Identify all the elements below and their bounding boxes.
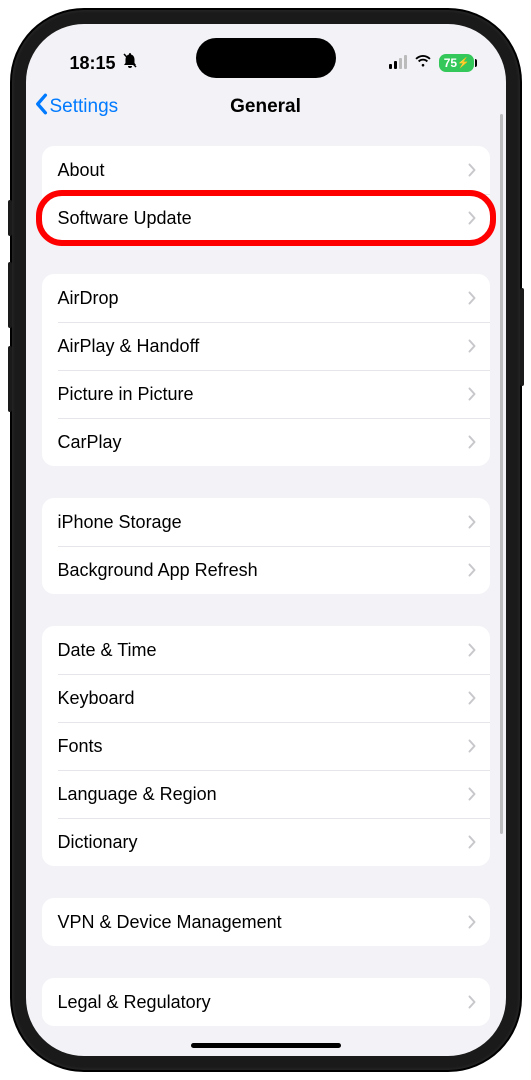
row-vpn-device[interactable]: VPN & Device Management (42, 898, 490, 946)
power-button (520, 288, 524, 386)
row-label: VPN & Device Management (58, 912, 282, 933)
settings-group: About Software Update (42, 146, 490, 242)
row-fonts[interactable]: Fonts (42, 722, 490, 770)
row-carplay[interactable]: CarPlay (42, 418, 490, 466)
row-label: Date & Time (58, 640, 157, 661)
chevron-right-icon (468, 835, 476, 849)
row-background-refresh[interactable]: Background App Refresh (42, 546, 490, 594)
volume-down (8, 346, 12, 412)
chevron-right-icon (468, 915, 476, 929)
chevron-right-icon (468, 563, 476, 577)
screen: 18:15 75⚡ (26, 24, 506, 1056)
cellular-icon (389, 57, 407, 69)
chevron-right-icon (468, 691, 476, 705)
chevron-right-icon (468, 739, 476, 753)
row-language-region[interactable]: Language & Region (42, 770, 490, 818)
back-label: Settings (50, 96, 119, 118)
content[interactable]: About Software Update AirDrop AirPlay & Han… (26, 132, 506, 1056)
chevron-right-icon (468, 163, 476, 177)
wifi-icon (414, 54, 432, 73)
battery-icon: 75⚡ (439, 54, 474, 72)
chevron-right-icon (468, 643, 476, 657)
row-label: AirDrop (58, 288, 119, 309)
dynamic-island (196, 38, 336, 78)
chevron-left-icon (34, 93, 48, 121)
mute-switch (8, 200, 12, 236)
settings-group: VPN & Device Management (42, 898, 490, 946)
row-label: Keyboard (58, 688, 135, 709)
row-label: Language & Region (58, 784, 217, 805)
row-airplay-handoff[interactable]: AirPlay & Handoff (42, 322, 490, 370)
chevron-right-icon (468, 435, 476, 449)
row-label: AirPlay & Handoff (58, 336, 200, 357)
chevron-right-icon (468, 787, 476, 801)
row-label: Dictionary (58, 832, 138, 853)
status-right: 75⚡ (389, 54, 474, 73)
chevron-right-icon (468, 515, 476, 529)
row-iphone-storage[interactable]: iPhone Storage (42, 498, 490, 546)
page-title: General (230, 96, 301, 118)
row-label: Fonts (58, 736, 103, 757)
chevron-right-icon (468, 995, 476, 1009)
row-label: About (58, 160, 105, 181)
chevron-right-icon (468, 291, 476, 305)
home-indicator[interactable] (191, 1043, 341, 1048)
status-left: 18:15 (70, 52, 138, 74)
nav-bar: Settings General (26, 82, 506, 132)
settings-group: AirDrop AirPlay & Handoff Picture in Pictu… (42, 274, 490, 466)
chevron-right-icon (468, 387, 476, 401)
chevron-right-icon (468, 339, 476, 353)
row-about[interactable]: About (42, 146, 490, 194)
phone-frame: 18:15 75⚡ (12, 10, 520, 1070)
row-label: iPhone Storage (58, 512, 182, 533)
battery-level: 75 (444, 56, 457, 70)
row-label: Background App Refresh (58, 560, 258, 581)
charging-icon: ⚡ (457, 58, 469, 69)
silent-icon (122, 52, 138, 74)
settings-group: iPhone Storage Background App Refresh (42, 498, 490, 594)
row-dictionary[interactable]: Dictionary (42, 818, 490, 866)
chevron-right-icon (468, 211, 476, 225)
volume-up (8, 262, 12, 328)
row-label: CarPlay (58, 432, 122, 453)
back-button[interactable]: Settings (34, 93, 119, 121)
settings-group: Date & Time Keyboard Fonts Language & Regio… (42, 626, 490, 866)
row-airdrop[interactable]: AirDrop (42, 274, 490, 322)
row-keyboard[interactable]: Keyboard (42, 674, 490, 722)
row-pip[interactable]: Picture in Picture (42, 370, 490, 418)
row-label: Legal & Regulatory (58, 992, 211, 1013)
row-label: Software Update (58, 208, 192, 229)
row-software-update[interactable]: Software Update (42, 194, 490, 242)
status-time: 18:15 (70, 53, 116, 74)
row-date-time[interactable]: Date & Time (42, 626, 490, 674)
row-legal-regulatory[interactable]: Legal & Regulatory (42, 978, 490, 1026)
row-label: Picture in Picture (58, 384, 194, 405)
settings-group: Legal & Regulatory (42, 978, 490, 1026)
